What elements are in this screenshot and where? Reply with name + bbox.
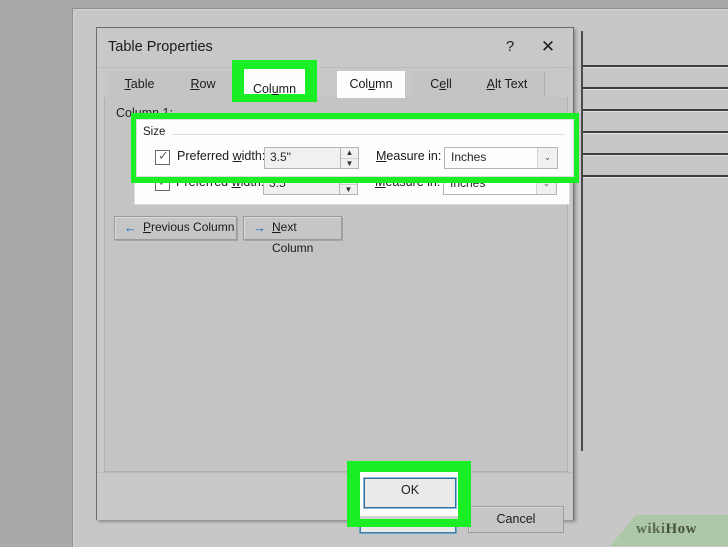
cancel-button[interactable]: Cancel	[468, 506, 564, 533]
table-vertical-border	[581, 31, 583, 451]
arrow-left-icon: ←	[124, 220, 137, 235]
tab-strip: Table Row Column Cell Alt Text	[97, 67, 573, 98]
previous-column-button[interactable]: ← Previous Column	[114, 216, 237, 240]
close-icon[interactable]: ✕	[533, 34, 563, 60]
watermark-wiki: wiki	[636, 521, 666, 537]
table-row-line	[583, 131, 728, 133]
previous-column-label: Previous Column	[143, 220, 235, 234]
tab-cell[interactable]: Cell	[412, 71, 471, 98]
spinner-buttons: ▲ ▼	[340, 148, 358, 168]
tab-column-highlighted-label: Column	[252, 82, 297, 96]
watermark-text: wikiHow	[636, 521, 697, 538]
table-row-line	[583, 175, 728, 177]
table-row-line	[583, 109, 728, 111]
wikihow-watermark: wikiHow	[610, 515, 728, 546]
measure-in-dropdown-highlighted[interactable]: Inches ⌄	[444, 147, 558, 169]
chevron-down-icon[interactable]: ⌄	[537, 148, 557, 168]
table-row-line	[583, 65, 728, 67]
preferred-width-checkbox-highlighted[interactable]: ✓	[155, 148, 170, 165]
spinner-down-icon[interactable]: ▼	[341, 158, 358, 169]
tab-column[interactable]: Column	[337, 71, 405, 98]
ok-button-highlighted[interactable]: OK	[363, 477, 457, 509]
highlight-column-tab: Column	[232, 60, 317, 102]
arrow-right-icon: →	[253, 220, 266, 235]
preferred-width-value: 3.5"	[270, 150, 291, 164]
next-column-button[interactable]: → Next Column	[243, 216, 342, 255]
table-properties-dialog: Table Properties ? ✕ Table Row Column Ce…	[96, 27, 574, 534]
watermark-how: How	[665, 521, 698, 537]
spinner-down-icon[interactable]: ▼	[340, 184, 357, 195]
highlight-column-tab-inner[interactable]: Column	[244, 69, 305, 96]
table-row-line	[583, 153, 728, 155]
preferred-width-label-highlighted: Preferred width:	[177, 149, 266, 163]
checkmark-icon: ✓	[158, 148, 169, 163]
size-legend-highlighted: Size	[143, 126, 171, 138]
spinner-up-icon[interactable]: ▲	[341, 148, 358, 158]
dialog-titlebar: Table Properties ? ✕	[97, 28, 573, 67]
group-box-rule-highlighted	[172, 134, 565, 135]
tab-table[interactable]: Table	[107, 71, 173, 98]
preferred-width-spinner-highlighted[interactable]: 3.5" ▲ ▼	[264, 147, 359, 169]
help-icon[interactable]: ?	[495, 34, 525, 60]
document-table	[581, 31, 728, 451]
table-row-line	[583, 87, 728, 89]
ok-button-label: OK	[400, 483, 420, 497]
dialog-footer: OK Cancel	[97, 472, 573, 534]
measure-in-label-highlighted: Measure in:	[376, 149, 442, 163]
tab-row[interactable]: Row	[172, 71, 235, 98]
measure-in-value: Inches	[451, 150, 487, 164]
next-column-label: Next Column	[272, 220, 314, 255]
highlight-size-group: Size ✓ Preferred width: 3.5" ▲ ▼ Measure…	[131, 113, 579, 183]
ok-button-shadow	[360, 516, 458, 519]
highlight-ok-button: OK	[347, 461, 471, 527]
dialog-title: Table Properties	[108, 39, 213, 55]
tab-alt-text[interactable]: Alt Text	[470, 71, 545, 98]
